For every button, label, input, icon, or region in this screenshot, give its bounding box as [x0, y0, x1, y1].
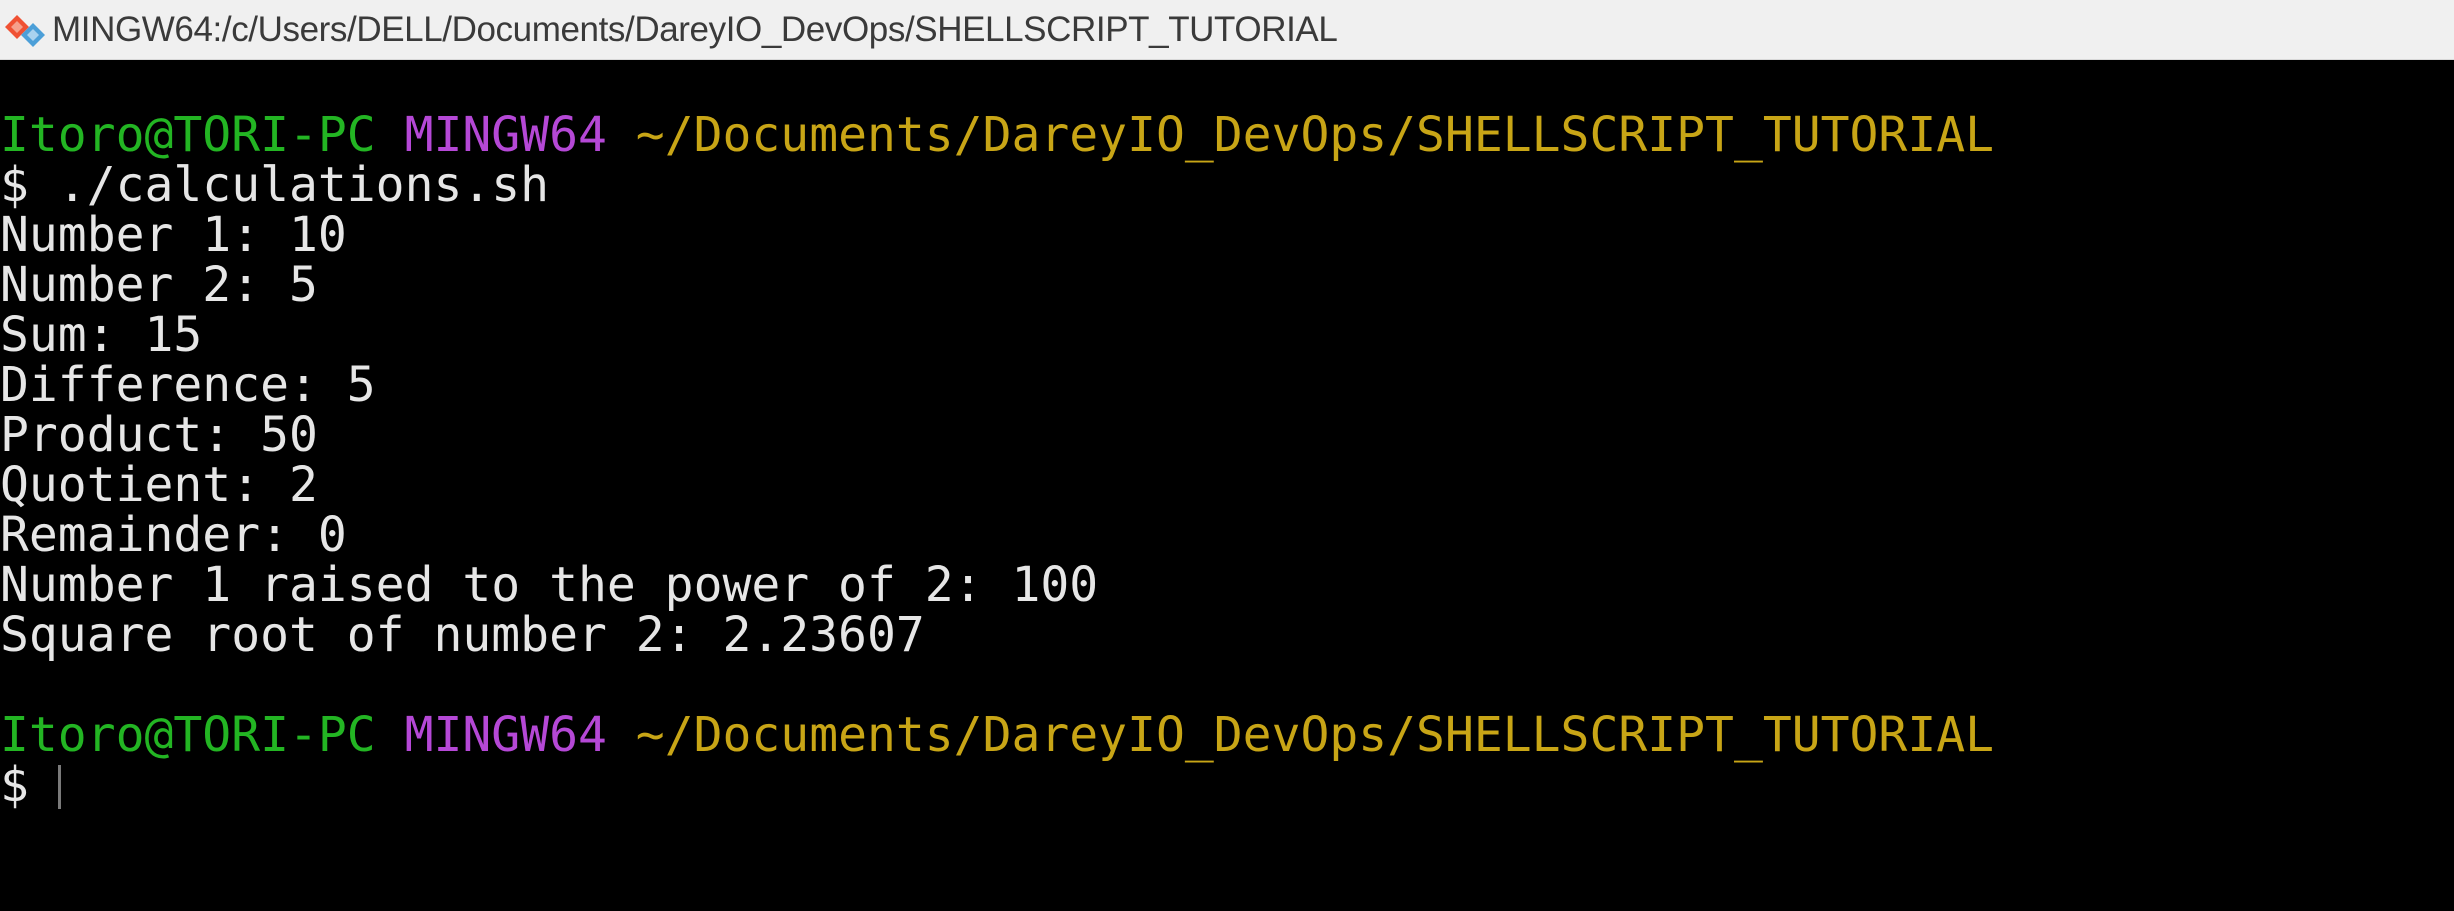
command-line: $ ./calculations.sh [0, 157, 550, 213]
prompt-path: ~/Documents/DareyIO_DevOps/SHELLSCRIPT_T… [635, 107, 1995, 163]
git-bash-icon [5, 15, 45, 47]
prompt-host: MINGW64 [404, 707, 607, 763]
output-line: Quotient: 2 [0, 457, 318, 513]
output-line: Number 2: 5 [0, 257, 318, 313]
output-line: Product: 50 [0, 407, 318, 463]
text-cursor [57, 765, 61, 809]
prompt-line: Itoro@TORI-PC MINGW64 ~/Documents/DareyI… [0, 710, 2454, 760]
output-line: Number 1 raised to the power of 2: 100 [0, 557, 1099, 613]
prompt-user: Itoro@TORI-PC [0, 107, 376, 163]
output-line: Sum: 15 [0, 307, 203, 363]
output-line: Square root of number 2: 2.23607 [0, 607, 925, 663]
output-line: Difference: 5 [0, 357, 376, 413]
terminal-content[interactable]: Itoro@TORI-PC MINGW64 ~/Documents/DareyI… [0, 60, 2454, 911]
input-line[interactable]: $ [0, 760, 2454, 810]
output-line: Remainder: 0 [0, 507, 347, 563]
prompt-symbol: $ [0, 757, 58, 813]
output-line: Number 1: 10 [0, 207, 347, 263]
prompt-path: ~/Documents/DareyIO_DevOps/SHELLSCRIPT_T… [635, 707, 1995, 763]
window-title: MINGW64:/c/Users/DELL/Documents/DareyIO_… [52, 10, 1338, 49]
title-bar[interactable]: MINGW64:/c/Users/DELL/Documents/DareyIO_… [0, 0, 2454, 60]
prompt-host: MINGW64 [404, 107, 607, 163]
terminal-window: MINGW64:/c/Users/DELL/Documents/DareyIO_… [0, 0, 2454, 911]
prompt-user: Itoro@TORI-PC [0, 707, 376, 763]
prompt-line: Itoro@TORI-PC MINGW64 ~/Documents/DareyI… [0, 110, 2454, 160]
